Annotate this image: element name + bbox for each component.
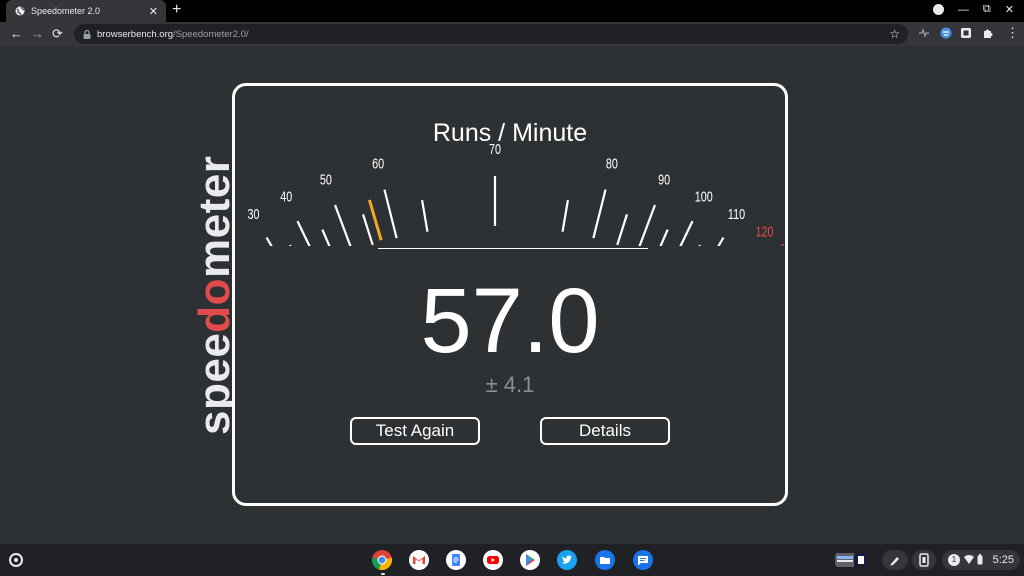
score-deviation: ± 4.1 — [485, 372, 535, 397]
gauge-label-60: 60 — [372, 155, 384, 172]
minimize-button[interactable]: — — [958, 4, 969, 16]
files-icon[interactable] — [594, 549, 616, 571]
score-divider — [378, 248, 648, 249]
gauge-label-80: 80 — [606, 155, 618, 172]
screenshot-extension-icon[interactable] — [960, 27, 972, 39]
gauge-tick-60 — [383, 189, 398, 239]
gauge-tick-40 — [296, 220, 311, 246]
gauge-tick-110 — [717, 236, 725, 246]
bookmark-star-icon[interactable]: ☆ — [889, 27, 900, 41]
chrome-icon[interactable] — [371, 549, 393, 571]
gauge-tick-90 — [638, 204, 657, 246]
extensions-puzzle-icon[interactable] — [982, 27, 994, 39]
gauge-tick-50 — [333, 204, 352, 246]
twitter-icon[interactable] — [556, 549, 578, 571]
wifi-icon — [964, 555, 974, 564]
gauge-tick-80 — [592, 189, 607, 239]
gauge-label-90: 90 — [658, 171, 670, 188]
new-tab-button[interactable]: + — [172, 1, 181, 19]
docs-icon[interactable] — [445, 549, 467, 571]
test-again-button[interactable]: Test Again — [350, 417, 480, 445]
globe-icon — [15, 6, 25, 16]
tab-title: Speedometer 2.0 — [31, 6, 101, 16]
gauge-label-50: 50 — [320, 171, 332, 188]
gauge-label-100: 100 — [695, 188, 713, 205]
gmail-icon[interactable] — [408, 549, 430, 571]
gauge-tick-75 — [561, 199, 569, 232]
launcher-button[interactable] — [9, 553, 23, 567]
results-panel: Runs / Minute 01020304050607080901001101… — [232, 83, 788, 506]
address-bar[interactable]: browserbench.org/Speedometer2.0/ ☆ — [74, 24, 908, 44]
lock-icon — [83, 29, 91, 39]
url-path: /Speedometer2.0/ — [173, 28, 249, 40]
gauge-tick-35 — [288, 244, 292, 246]
messages-icon[interactable] — [632, 549, 654, 571]
gauge-tick-45 — [321, 229, 331, 246]
gauge-needle — [367, 199, 383, 241]
chrome-running-indicator — [381, 573, 385, 575]
gauge-label-30: 30 — [248, 205, 260, 222]
score-value: 57.0 — [420, 270, 600, 372]
gauge-label-40: 40 — [280, 188, 292, 205]
gauge-label-70: 70 — [489, 140, 501, 157]
back-button[interactable]: ← — [10, 26, 23, 41]
gauge-tick-30 — [265, 236, 273, 246]
activity-icon[interactable] — [918, 27, 930, 39]
url-domain: browserbench.org — [97, 28, 174, 40]
gauge-tick-95 — [659, 229, 669, 246]
gauge-tick-100 — [679, 220, 694, 246]
gauge-tick-65 — [421, 199, 429, 232]
os-shelf: 1 5:25 — [0, 544, 1024, 576]
restore-button[interactable]: ⧉ — [983, 3, 991, 16]
stylus-icon[interactable] — [882, 550, 908, 570]
browser-menu-icon[interactable]: ⋮ — [1006, 25, 1019, 41]
gauge-tick-85 — [616, 214, 628, 246]
gauge-label-130: 130 — [780, 240, 785, 246]
forward-button[interactable]: → — [31, 26, 44, 41]
notification-count-badge: 1 — [948, 554, 960, 566]
youtube-icon[interactable] — [482, 549, 504, 571]
profile-icon[interactable] — [932, 4, 944, 15]
clock-time: 5:25 — [992, 554, 1014, 566]
tab-strip: Speedometer 2.0 ✕ + — ⧉ ✕ — [0, 0, 1024, 22]
tab-close-icon[interactable]: ✕ — [149, 5, 158, 18]
details-button[interactable]: Details — [540, 417, 670, 445]
phone-hub-icon[interactable] — [912, 550, 936, 570]
window-controls: — ⧉ ✕ — [932, 3, 1014, 16]
reload-button[interactable]: ⟳ — [52, 26, 63, 42]
gauge-tick-105 — [698, 244, 702, 246]
status-tray[interactable]: 1 5:25 — [942, 550, 1020, 570]
speed-gauge: 0102030405060708090100110120130140 — [248, 140, 785, 246]
translate-extension-icon[interactable] — [940, 27, 952, 39]
browser-toolbar: ← → ⟳ browserbench.org/Speedometer2.0/ ☆… — [0, 22, 1024, 46]
gauge-label-120: 120 — [755, 223, 773, 240]
gauge-tick-55 — [362, 214, 374, 246]
url-text: browserbench.org/Speedometer2.0/ — [97, 29, 249, 40]
play-store-icon[interactable] — [519, 549, 541, 571]
tab-speedometer[interactable]: Speedometer 2.0 ✕ — [6, 0, 166, 22]
close-window-button[interactable]: ✕ — [1005, 3, 1014, 16]
battery-icon — [977, 554, 983, 565]
media-thumbnail-icon[interactable] — [834, 550, 872, 570]
gauge-label-110: 110 — [728, 205, 745, 222]
